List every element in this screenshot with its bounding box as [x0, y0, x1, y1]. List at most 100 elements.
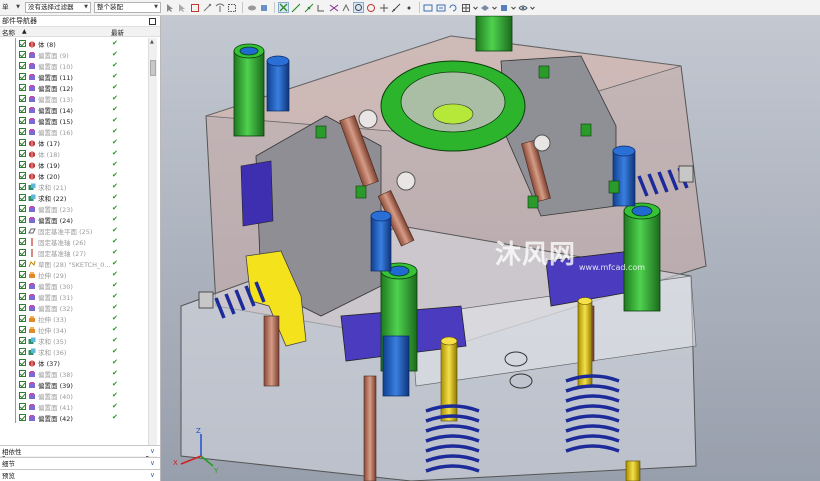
- chevron-down-icon[interactable]: [510, 2, 516, 13]
- scroll-up-icon[interactable]: ▲: [150, 39, 154, 45]
- visibility-checkbox[interactable]: [19, 260, 26, 267]
- tree-row[interactable]: 固定基准平面 (25) ✔: [0, 225, 148, 236]
- snap-existing-point-icon[interactable]: [378, 2, 389, 13]
- visibility-checkbox[interactable]: [19, 238, 26, 245]
- tree-row[interactable]: 偏置面 (40) ✔: [0, 390, 148, 401]
- column-latest[interactable]: 最新: [111, 27, 124, 37]
- rotate-view-icon[interactable]: [448, 2, 459, 13]
- tree-row[interactable]: 偏置面 (15) ✔: [0, 115, 148, 126]
- tree-row[interactable]: 体 (18) ✔: [0, 148, 148, 159]
- snap-circle-icon[interactable]: [353, 2, 364, 13]
- tree-row[interactable]: 体 (8) ✔: [0, 38, 148, 49]
- lasso-icon[interactable]: [202, 2, 213, 13]
- snap-arc-center-icon[interactable]: [341, 2, 352, 13]
- visibility-checkbox[interactable]: [19, 414, 26, 421]
- selection-scope-select[interactable]: 整个装配 ▼: [94, 2, 161, 13]
- visibility-checkbox[interactable]: [19, 117, 26, 124]
- tree-row[interactable]: 草图 (28) "SKETCH_0... ✔: [0, 258, 148, 269]
- tree-row[interactable]: 偏置面 (13) ✔: [0, 93, 148, 104]
- visibility-checkbox[interactable]: [19, 370, 26, 377]
- graphics-viewport[interactable]: Z X Y 沐风网 www.mfcad.com: [161, 16, 820, 481]
- dependencies-panel[interactable]: 相依性 ∨: [0, 445, 160, 456]
- snap-end-point-icon[interactable]: [291, 2, 302, 13]
- maximize-icon[interactable]: [149, 17, 156, 25]
- rectangle-select-icon[interactable]: [189, 2, 200, 13]
- tree-row[interactable]: 偏置面 (16) ✔: [0, 126, 148, 137]
- tree-row[interactable]: 偏置面 (42) ✔: [0, 412, 148, 423]
- visibility-checkbox[interactable]: [19, 40, 26, 47]
- visibility-checkbox[interactable]: [19, 73, 26, 80]
- tree-row[interactable]: 偏置面 (41) ✔: [0, 401, 148, 412]
- snap-face-icon[interactable]: [246, 2, 257, 13]
- snap-on-curve-icon[interactable]: [391, 2, 402, 13]
- details-panel[interactable]: 细节 ∨: [0, 457, 160, 468]
- tree-row[interactable]: 偏置面 (38) ✔: [0, 368, 148, 379]
- render-style-icon[interactable]: [460, 2, 471, 13]
- visibility-checkbox[interactable]: [19, 304, 26, 311]
- deselect-icon[interactable]: [177, 2, 188, 13]
- tree-row[interactable]: 体 (17) ✔: [0, 137, 148, 148]
- visibility-checkbox[interactable]: [19, 216, 26, 223]
- visibility-checkbox[interactable]: [19, 381, 26, 388]
- menu-dropdown[interactable]: 单 ▼: [0, 2, 22, 13]
- visibility-checkbox[interactable]: [19, 62, 26, 69]
- visibility-checkbox[interactable]: [19, 95, 26, 102]
- visibility-checkbox[interactable]: [19, 183, 26, 190]
- visibility-checkbox[interactable]: [19, 227, 26, 234]
- tree-row[interactable]: 体 (37) ✔: [0, 357, 148, 368]
- visibility-checkbox[interactable]: [19, 84, 26, 91]
- mold-assembly-render[interactable]: Z X Y: [161, 16, 820, 481]
- tree-row[interactable]: 固定基准轴 (26) ✔: [0, 236, 148, 247]
- visibility-checkbox[interactable]: [19, 392, 26, 399]
- tree-row[interactable]: 求和 (35) ✔: [0, 335, 148, 346]
- visibility-checkbox[interactable]: [19, 161, 26, 168]
- tree-row[interactable]: 偏置面 (32) ✔: [0, 302, 148, 313]
- snap-on-face-icon[interactable]: [403, 2, 414, 13]
- box-select-icon[interactable]: [227, 2, 238, 13]
- preview-panel[interactable]: 预览 ∨: [0, 469, 160, 480]
- scrollbar-thumb[interactable]: [150, 60, 156, 76]
- tree-row[interactable]: 偏置面 (9) ✔: [0, 49, 148, 60]
- tree-row[interactable]: 拉伸 (34) ✔: [0, 324, 148, 335]
- visibility-checkbox[interactable]: [19, 282, 26, 289]
- tree-row[interactable]: 求和 (36) ✔: [0, 346, 148, 357]
- visibility-checkbox[interactable]: [19, 128, 26, 135]
- visibility-checkbox[interactable]: [19, 172, 26, 179]
- zoom-icon[interactable]: [435, 2, 446, 13]
- snap-quadrant-icon[interactable]: [366, 2, 377, 13]
- fit-view-icon[interactable]: [423, 2, 434, 13]
- visibility-checkbox[interactable]: [19, 106, 26, 113]
- snap-intersection-icon[interactable]: [328, 2, 339, 13]
- chevron-down-icon[interactable]: [529, 2, 535, 13]
- tree-row[interactable]: 固定基准轴 (27) ✔: [0, 247, 148, 258]
- tree-row[interactable]: 偏置面 (24) ✔: [0, 214, 148, 225]
- visibility-checkbox[interactable]: [19, 249, 26, 256]
- snap-point-icon[interactable]: [278, 2, 289, 13]
- tree-row[interactable]: 偏置面 (11) ✔: [0, 71, 148, 82]
- tree-row[interactable]: 偏置面 (14) ✔: [0, 104, 148, 115]
- visibility-checkbox[interactable]: [19, 337, 26, 344]
- tree-row[interactable]: 偏置面 (31) ✔: [0, 291, 148, 302]
- filter-icon[interactable]: [214, 2, 225, 13]
- visibility-checkbox[interactable]: [19, 326, 26, 333]
- selection-filter-select[interactable]: 没有选择过滤器 ▼: [25, 2, 91, 13]
- visibility-checkbox[interactable]: [19, 315, 26, 322]
- view-orient-icon[interactable]: [479, 2, 490, 13]
- background-icon[interactable]: [498, 2, 509, 13]
- tree-row[interactable]: 偏置面 (30) ✔: [0, 280, 148, 291]
- visibility-checkbox[interactable]: [19, 271, 26, 278]
- tree-row[interactable]: 求和 (21) ✔: [0, 181, 148, 192]
- chevron-down-icon[interactable]: [472, 2, 478, 13]
- tree-row[interactable]: 偏置面 (12) ✔: [0, 82, 148, 93]
- tree-row[interactable]: 拉伸 (33) ✔: [0, 313, 148, 324]
- tree-row[interactable]: 体 (20) ✔: [0, 170, 148, 181]
- column-name[interactable]: 名称: [2, 27, 92, 37]
- tree-row[interactable]: 偏置面 (39) ✔: [0, 379, 148, 390]
- tree-row[interactable]: 偏置面 (10) ✔: [0, 60, 148, 71]
- visibility-checkbox[interactable]: [19, 403, 26, 410]
- tree-row[interactable]: 拉伸 (29) ✔: [0, 269, 148, 280]
- visibility-checkbox[interactable]: [19, 293, 26, 300]
- sort-up-icon[interactable]: ▲: [22, 28, 27, 35]
- snap-body-icon[interactable]: [259, 2, 270, 13]
- chevron-down-icon[interactable]: [491, 2, 497, 13]
